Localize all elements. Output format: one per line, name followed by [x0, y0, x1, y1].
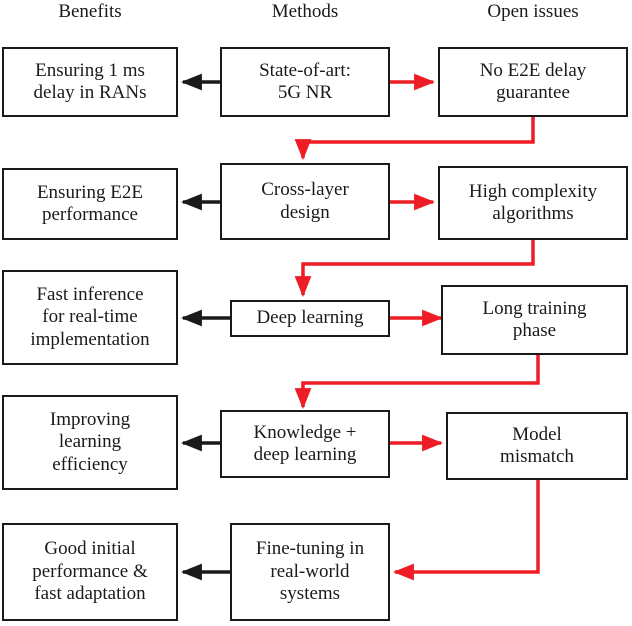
benefit-node-3[interactable]: Fast inference for real-time implementatio…	[2, 270, 178, 365]
issue-node-3[interactable]: Long training phase	[441, 285, 628, 355]
issue-node-4[interactable]: Model mismatch	[446, 412, 628, 480]
issue-node-4-label: Model mismatch	[500, 423, 574, 467]
benefit-node-1-label: Ensuring 1 ms delay in RANs	[33, 59, 147, 103]
issue-node-2-label: High complexity algorithms	[468, 180, 598, 224]
issue-node-1-label: No E2E delay guarantee	[479, 59, 587, 103]
arrow-issue-feedback-3	[294, 355, 540, 410]
benefit-node-4-label: Improving learning efficiency	[49, 408, 131, 475]
method-node-5[interactable]: Fine-tuning in real-world systems	[230, 523, 390, 621]
benefit-node-5-label: Good initial performance & fast adaptation	[32, 538, 148, 605]
method-node-2[interactable]: Cross-layer design	[220, 163, 390, 240]
benefit-node-3-label: Fast inference for real-time implementatio…	[30, 283, 150, 350]
issue-node-2[interactable]: High complexity algorithms	[438, 166, 628, 240]
arrow-issue-feedback-1	[294, 117, 535, 161]
arrow-issue-feedback-4	[392, 480, 540, 581]
issue-node-3-label: Long training phase	[482, 297, 587, 341]
method-node-5-label: Fine-tuning in real-world systems	[255, 538, 365, 605]
method-node-1-label: State-of-art: 5G NR	[259, 59, 351, 103]
method-node-4-label: Knowledge + deep learning	[253, 421, 357, 465]
flowchart-diagram: Benefits Methods Open issues Ensuring 1 …	[0, 0, 632, 626]
method-node-4[interactable]: Knowledge + deep learning	[220, 410, 390, 478]
method-node-3-label: Deep learning	[256, 307, 364, 329]
method-node-2-label: Cross-layer design	[261, 179, 349, 223]
benefit-node-4[interactable]: Improving learning efficiency	[2, 395, 178, 490]
method-node-1[interactable]: State-of-art: 5G NR	[220, 47, 390, 117]
benefit-node-1[interactable]: Ensuring 1 ms delay in RANs	[2, 47, 178, 117]
column-header-open-issues: Open issues	[487, 1, 579, 22]
issue-node-1[interactable]: No E2E delay guarantee	[438, 47, 628, 117]
benefit-node-2-label: Ensuring E2E performance	[36, 181, 144, 225]
column-header-benefits: Benefits	[58, 1, 122, 22]
benefit-node-2[interactable]: Ensuring E2E performance	[2, 168, 178, 240]
method-node-3[interactable]: Deep learning	[230, 300, 390, 337]
benefit-node-5[interactable]: Good initial performance & fast adaptation	[2, 523, 178, 621]
column-header-methods: Methods	[271, 1, 339, 22]
